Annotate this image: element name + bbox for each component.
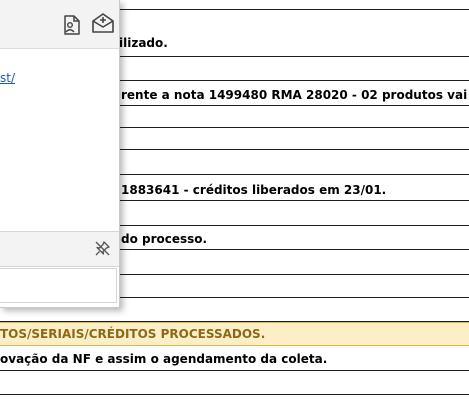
unpin-icon[interactable]	[95, 241, 110, 256]
file-user-icon[interactable]	[61, 14, 83, 36]
sheet-row-16[interactable]	[0, 371, 469, 395]
sheet-row-14-highlighted[interactable]: TOS/SERIAIS/CRÉDITOS PROCESSADOS.	[0, 322, 469, 346]
panel-link[interactable]: st/	[0, 71, 15, 85]
panel-section-header	[0, 231, 119, 267]
mail-open-icon[interactable]	[91, 12, 115, 34]
panel-toolbar	[0, 0, 119, 49]
sheet-row-15[interactable]: ovação da NF e assim o agendamento da co…	[0, 346, 469, 371]
panel-input-box[interactable]	[0, 268, 117, 303]
floating-panel: st/	[0, 0, 120, 308]
